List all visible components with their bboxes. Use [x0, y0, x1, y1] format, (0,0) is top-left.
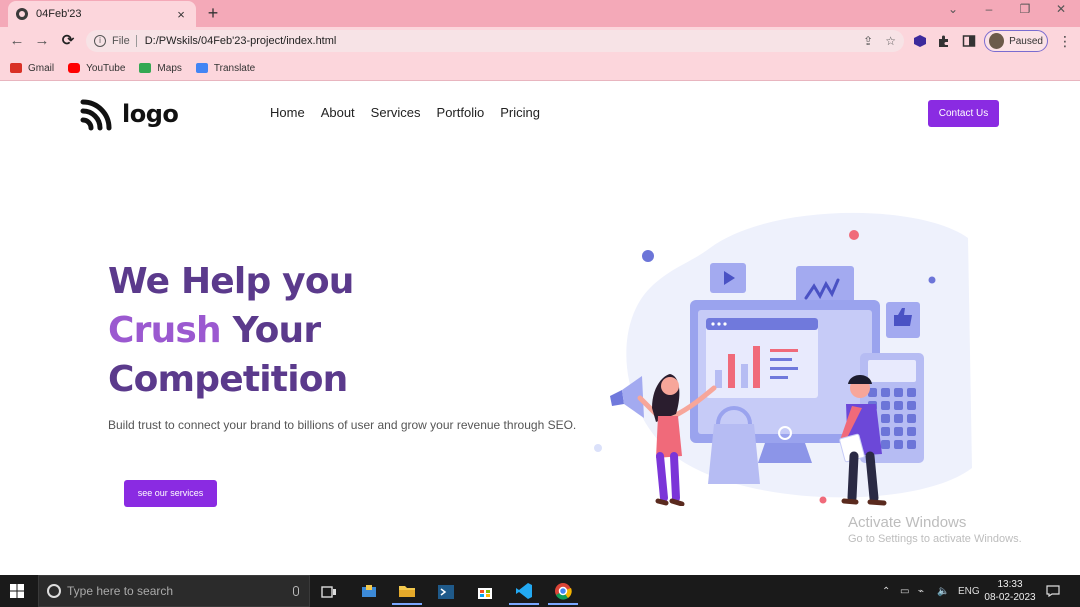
terminal-icon[interactable] [431, 579, 461, 605]
windows-start-icon[interactable] [10, 584, 24, 598]
bookmark-youtube[interactable]: YouTube [68, 63, 125, 74]
cortana-icon [47, 584, 61, 598]
folder-icon[interactable] [392, 579, 422, 605]
shopping-bag-icon [708, 424, 760, 484]
task-view-icon[interactable] [314, 579, 344, 605]
maps-icon [139, 63, 152, 73]
tab-close-icon[interactable]: × [174, 7, 188, 22]
youtube-icon [68, 63, 81, 73]
avatar [989, 33, 1005, 49]
browser-tab[interactable]: 04Feb'23 × [8, 1, 196, 27]
decor-dot-icon [819, 496, 827, 504]
site-logo[interactable]: logo [80, 97, 179, 131]
network-icon[interactable]: ⌁ [918, 575, 924, 607]
globe-icon [16, 8, 28, 20]
bookmark-maps[interactable]: Maps [139, 62, 182, 74]
battery-icon[interactable]: ▭ [900, 575, 909, 607]
bookmarks-bar: Gmail YouTube Maps Translate [0, 56, 1080, 81]
nav-home[interactable]: Home [270, 105, 305, 120]
side-panel-icon[interactable] [962, 34, 976, 48]
profile-status: Paused [1009, 35, 1043, 47]
gmail-icon [10, 63, 22, 73]
minimize-button[interactable]: – [979, 2, 999, 16]
info-icon[interactable]: i [94, 35, 106, 47]
bookmark-gmail[interactable]: Gmail [10, 63, 54, 74]
hero-subtitle: Build trust to connect your brand to bil… [108, 418, 577, 432]
store-icon[interactable] [470, 579, 500, 605]
decor-dot-icon [928, 276, 936, 284]
watermark-title: Activate Windows [848, 514, 967, 531]
translate-icon [195, 63, 208, 73]
back-button[interactable]: ← [7, 31, 27, 51]
decor-dot-icon [849, 230, 859, 240]
bookmark-star-icon[interactable]: ☆ [885, 34, 896, 48]
hero-illustration [594, 212, 972, 506]
profile-chip[interactable]: Paused [984, 30, 1048, 52]
tray-chevron-icon[interactable]: ⌃ [882, 575, 890, 607]
bookmark-label: YouTube [86, 62, 126, 74]
volume-icon[interactable]: 🔈 [937, 575, 949, 607]
logo-mark-icon [80, 99, 112, 131]
clock-date: 08-02-2023 [984, 592, 1036, 603]
nav-services[interactable]: Services [371, 105, 421, 120]
taskbar-search[interactable]: Type here to search [38, 575, 310, 607]
search-placeholder: Type here to search [67, 584, 174, 598]
bookmark-label: Translate [213, 62, 256, 74]
restore-button[interactable]: ❐ [1015, 2, 1035, 16]
tab-title: 04Feb'23 [36, 8, 82, 20]
hero-line-2: Your [220, 310, 322, 351]
notifications-icon[interactable] [1046, 575, 1060, 607]
hero-title: We Help you Crush Your Competition [108, 257, 528, 404]
browser-toolbar: ← → ⟳ i File D:/PWskils/04Feb'23-project… [0, 27, 1080, 56]
address-bar[interactable]: i File D:/PWskils/04Feb'23-project/index… [86, 30, 904, 52]
url-text[interactable]: D:/PWskils/04Feb'23-project/index.html [145, 35, 851, 47]
omnibox-divider [135, 35, 137, 47]
tab-strip: 04Feb'23 × + ⌄ – ❐ ✕ [0, 0, 1080, 27]
hero-line-3: Competition [108, 359, 348, 400]
chrome-icon[interactable] [548, 579, 578, 605]
explorer-icon[interactable] [354, 579, 384, 605]
vscode-icon[interactable] [509, 579, 539, 605]
logo-text: logo [122, 100, 179, 128]
close-window-button[interactable]: ✕ [1051, 2, 1071, 16]
browser-chrome: 04Feb'23 × + ⌄ – ❐ ✕ ← → ⟳ i File D:/PWs… [0, 0, 1080, 81]
main-nav: Home About Services Portfolio Pricing [270, 105, 556, 120]
new-tab-button[interactable]: + [203, 3, 223, 23]
share-icon[interactable]: ⇪ [863, 34, 873, 48]
megaphone-icon [610, 390, 624, 406]
bookmark-label: Maps [157, 62, 182, 74]
windows-taskbar: Type here to search ⌃ ▭ ⌁ 🔈 ENG 13:33 08… [0, 575, 1080, 607]
microphone-icon[interactable] [293, 586, 299, 596]
scheme-label: File [112, 35, 130, 47]
forward-button[interactable]: → [32, 31, 52, 51]
taskbar-clock[interactable]: 13:33 08-02-2023 [983, 578, 1037, 604]
decor-dot-icon [594, 444, 602, 452]
tab-search-icon[interactable]: ⌄ [943, 2, 963, 16]
language-indicator[interactable]: ENG [958, 575, 980, 607]
watermark-subtitle: Go to Settings to activate Windows. [848, 533, 1022, 545]
reload-button[interactable]: ⟳ [58, 31, 78, 51]
contact-us-button[interactable]: Contact Us [928, 100, 999, 127]
nav-pricing[interactable]: Pricing [500, 105, 540, 120]
hero-line-1: We Help you [108, 261, 354, 302]
extension-hexagon-icon[interactable] [913, 34, 927, 48]
extensions-puzzle-icon[interactable] [937, 34, 951, 48]
nav-portfolio[interactable]: Portfolio [437, 105, 485, 120]
hero-accent-word: Crush [108, 310, 222, 351]
web-page: logo Home About Services Portfolio Prici… [0, 81, 1080, 575]
decor-dot-icon [642, 250, 654, 262]
clock-time: 13:33 [997, 579, 1023, 590]
bookmark-translate[interactable]: Translate [195, 62, 256, 74]
activate-windows-watermark: Activate Windows Go to Settings to activ… [848, 514, 1022, 545]
menu-kebab-icon[interactable]: ⋮ [1058, 33, 1072, 50]
see-our-services-button[interactable]: see our services [124, 480, 217, 507]
bookmark-label: Gmail [28, 62, 55, 74]
nav-about[interactable]: About [321, 105, 355, 120]
